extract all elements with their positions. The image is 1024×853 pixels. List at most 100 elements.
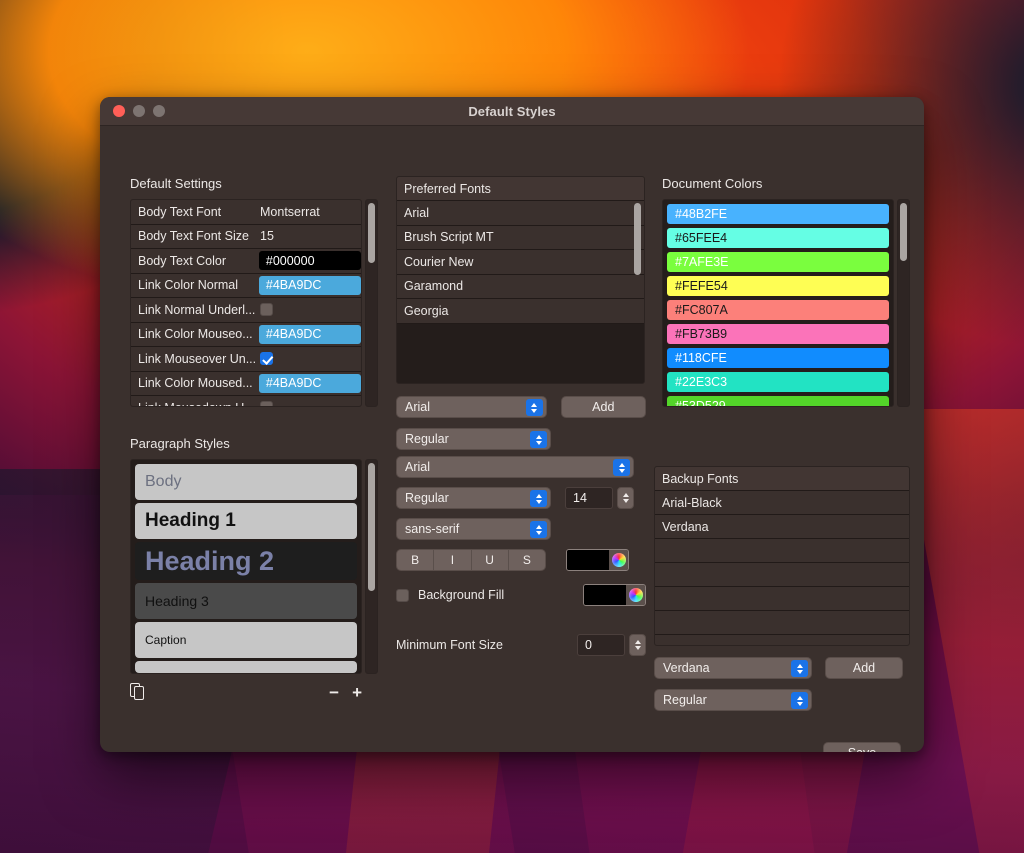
default-settings-row[interactable]: Link Color Moused... #4BA9DC <box>131 371 361 396</box>
default-settings-row[interactable]: Body Text Font Montserrat <box>131 200 361 225</box>
style-font-family-select[interactable]: Arial <box>396 456 634 478</box>
setting-key: Body Text Font <box>138 204 222 219</box>
preferred-fonts-list[interactable]: Preferred Fonts Arial Brush Script MT Cour… <box>396 176 645 384</box>
paragraph-style-item[interactable]: Caption <box>135 622 357 658</box>
preferred-font-item[interactable]: Georgia <box>397 299 644 324</box>
default-settings-list[interactable]: Body Text Font Montserrat Body Text Font S… <box>130 199 362 407</box>
document-color-swatch[interactable]: #FC807A <box>667 300 889 320</box>
style-font-family-value: Arial <box>405 460 431 474</box>
backup-font-family-value: Verdana <box>663 661 710 675</box>
remove-style-button[interactable]: − <box>329 684 339 701</box>
document-color-swatch[interactable]: #48B2FE <box>667 204 889 224</box>
backup-font-style-value: Regular <box>663 693 707 707</box>
paragraph-style-item[interactable]: Heading 3 <box>135 583 357 619</box>
font-size-stepper[interactable] <box>617 487 634 509</box>
preferred-font-item[interactable]: Brush Script MT <box>397 225 644 250</box>
default-settings-row[interactable]: Link Color Mouseo... #4BA9DC <box>131 322 361 347</box>
minimum-font-size-stepper[interactable] <box>629 634 646 656</box>
preferred-font-item[interactable]: Courier New <box>397 250 644 275</box>
document-colors-list[interactable]: #48B2FE #65FEE4 #7AFE3E #FEFE54 #FC807A #FB73… <box>662 199 894 407</box>
setting-checkbox[interactable] <box>260 303 273 317</box>
preferred-fonts-header: Preferred Fonts <box>397 177 644 201</box>
preferred-fonts-scrollbar-track[interactable] <box>633 203 642 381</box>
paragraph-styles-list[interactable]: Body Heading 1 Heading 2 Heading 3 Caption <box>130 459 362 674</box>
backup-font-empty-row[interactable] <box>655 539 909 563</box>
default-settings-row[interactable]: Body Text Color #000000 <box>131 249 361 274</box>
default-settings-row[interactable]: Body Text Font Size 15 <box>131 224 361 249</box>
backup-font-item[interactable]: Verdana <box>655 515 909 539</box>
backup-font-empty-row[interactable] <box>655 611 909 635</box>
setting-color-swatch[interactable]: #000000 <box>258 251 361 271</box>
setting-key: Link Mouseover Un... <box>138 351 257 366</box>
document-color-swatch[interactable]: #FB73B9 <box>667 324 889 344</box>
default-settings-label: Default Settings <box>130 176 222 191</box>
underline-button[interactable]: U <box>472 550 509 570</box>
text-color-well[interactable] <box>566 549 629 571</box>
chevron-updown-icon <box>791 660 808 677</box>
document-color-swatch[interactable]: #65FEE4 <box>667 228 889 248</box>
paragraph-style-item[interactable]: Heading 2 <box>135 542 357 580</box>
minimum-font-size-input[interactable]: 0 <box>577 634 625 656</box>
paragraph-style-item[interactable]: Body <box>135 464 357 500</box>
setting-checkbox[interactable] <box>260 401 273 406</box>
preferred-font-item[interactable]: Arial <box>397 201 644 226</box>
paragraph-styles-panel: Paragraph Styles Body Heading 1 Heading 2H… <box>130 436 378 701</box>
document-color-swatch[interactable]: #22E3C3 <box>667 372 889 392</box>
default-settings-row[interactable]: Link Mousedown U <box>131 396 361 406</box>
backup-font-empty-row[interactable] <box>655 563 909 587</box>
chevron-updown-icon <box>530 431 547 448</box>
add-style-button[interactable]: + <box>352 684 362 701</box>
color-wheel-icon[interactable] <box>609 550 628 570</box>
default-settings-row[interactable]: Link Normal Underl... <box>131 298 361 323</box>
color-wheel-icon[interactable] <box>626 585 645 605</box>
backup-font-empty-row[interactable] <box>655 635 909 645</box>
setting-color-swatch[interactable]: #4BA9DC <box>258 324 361 344</box>
document-color-swatch[interactable]: #7AFE3E <box>667 252 889 272</box>
setting-key: Link Mousedown U <box>138 401 260 406</box>
background-color-well[interactable] <box>583 584 646 606</box>
preferred-fonts-panel: Preferred Fonts Arial Brush Script MT Cour… <box>396 176 646 450</box>
default-settings-row[interactable]: Link Mouseover Un... <box>131 347 361 372</box>
document-color-swatch[interactable]: #53D529 <box>667 396 889 406</box>
backup-font-empty-row[interactable] <box>655 587 909 611</box>
paragraph-styles-scrollbar-thumb[interactable] <box>368 463 375 591</box>
setting-color-swatch[interactable]: #4BA9DC <box>258 373 361 393</box>
preferred-font-item[interactable]: Garamond <box>397 274 644 299</box>
setting-color-swatch[interactable]: #4BA9DC <box>258 275 361 295</box>
default-settings-row[interactable]: Link Color Normal #4BA9DC <box>131 273 361 298</box>
document-colors-panel: Document Colors #48B2FE #65FEE4 #7AFE3E #FE… <box>662 176 910 407</box>
preferred-font-style-value: Regular <box>405 432 449 446</box>
preferred-font-family-select[interactable]: Arial <box>396 396 547 418</box>
document-color-swatch[interactable]: #FEFE54 <box>667 276 889 296</box>
font-size-input[interactable]: 14 <box>565 487 613 509</box>
setting-key: Body Text Color <box>138 253 227 268</box>
italic-button[interactable]: I <box>434 550 472 570</box>
preferred-font-style-select[interactable]: Regular <box>396 428 551 450</box>
strikethrough-button[interactable]: S <box>509 550 545 570</box>
text-format-segmented-control[interactable]: B I U S <box>396 549 546 571</box>
background-fill-checkbox[interactable] <box>396 588 409 602</box>
default-styles-window: Default Styles Default Settings Body Tex… <box>100 97 924 752</box>
backup-font-item[interactable]: Arial-Black <box>655 491 909 515</box>
paragraph-style-item[interactable] <box>135 661 357 673</box>
backup-font-family-select[interactable]: Verdana <box>654 657 812 679</box>
window-titlebar[interactable]: Default Styles <box>100 97 924 126</box>
setting-key: Link Normal Underl... <box>138 302 256 317</box>
bold-button[interactable]: B <box>397 550 435 570</box>
paragraph-style-item[interactable]: Heading 1 <box>135 503 357 539</box>
preferred-fonts-scrollbar-thumb[interactable] <box>634 203 641 275</box>
generic-font-family-select[interactable]: sans-serif <box>396 518 551 540</box>
document-colors-scrollbar-thumb[interactable] <box>899 203 907 261</box>
backup-fonts-panel: Backup Fonts Arial-Black Verdana Verdana … <box>654 466 910 711</box>
setting-checkbox[interactable] <box>260 352 273 366</box>
chevron-updown-icon <box>530 490 547 507</box>
save-button[interactable]: Save <box>823 742 901 752</box>
document-color-swatch[interactable]: #118CFE <box>667 348 889 368</box>
duplicate-icon[interactable] <box>130 683 146 701</box>
backup-fonts-add-button[interactable]: Add <box>825 657 903 679</box>
backup-fonts-list[interactable]: Backup Fonts Arial-Black Verdana <box>654 466 910 646</box>
style-font-style-select[interactable]: Regular <box>396 487 551 509</box>
preferred-fonts-add-button[interactable]: Add <box>560 396 646 418</box>
default-settings-scrollbar-thumb[interactable] <box>368 203 375 263</box>
backup-font-style-select[interactable]: Regular <box>654 689 812 711</box>
